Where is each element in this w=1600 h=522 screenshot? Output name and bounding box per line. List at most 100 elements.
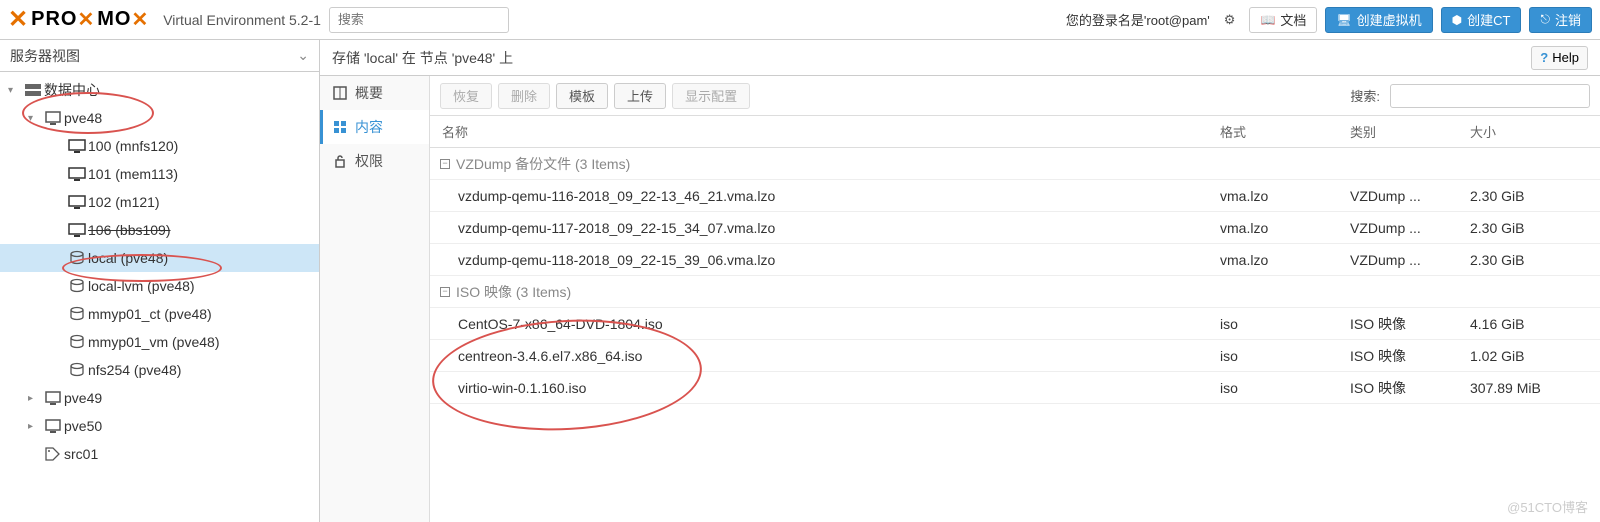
upload-button[interactable]: 上传 (614, 83, 666, 109)
create-vm-button[interactable]: 🖥创建虚拟机 (1325, 7, 1432, 33)
tree-node[interactable]: local (pve48) (0, 244, 319, 272)
logout-button[interactable]: ⎋注销 (1529, 7, 1592, 33)
group-header[interactable]: −VZDump 备份文件 (3 Items) (430, 148, 1600, 180)
cell-format: iso (1220, 348, 1350, 364)
tree-node-label: local-lvm (pve48) (88, 278, 195, 294)
subnav-label: 内容 (355, 117, 383, 137)
global-search-input[interactable] (329, 7, 509, 33)
sub-navigation: 概要内容权限 (320, 76, 430, 522)
table-row[interactable]: centreon-3.4.6.el7.x86_64.isoisoISO 映像1.… (430, 340, 1600, 372)
sidebar: 服务器视图 ⌄ ▾ 数据中心 ▾pve48100 (mnfs120) 101 (mem… (0, 40, 320, 522)
subnav-item[interactable]: 权限 (320, 144, 429, 178)
col-name-header[interactable]: 名称 (430, 122, 1220, 141)
cell-format: vma.lzo (1220, 252, 1350, 268)
restore-button[interactable]: 恢复 (440, 83, 492, 109)
cell-type: VZDump ... (1350, 188, 1470, 204)
node-icon (42, 391, 64, 405)
cell-format: vma.lzo (1220, 220, 1350, 236)
storage-icon (66, 278, 88, 294)
gear-icon[interactable]: ⚙ (1218, 12, 1242, 28)
tree-node-label: pve48 (64, 110, 102, 126)
table-row[interactable]: vzdump-qemu-116-2018_09_22-13_46_21.vma.… (430, 180, 1600, 212)
top-header: ✕ PRO✕MO✕ Virtual Environment 5.2-1 您的登录… (0, 0, 1600, 40)
tree-node-label: pve49 (64, 390, 102, 406)
book-icon (333, 86, 347, 100)
tree-node-label: src01 (64, 446, 98, 462)
docs-button[interactable]: 📖文档 (1249, 7, 1317, 33)
node-icon (42, 419, 64, 433)
showcfg-button[interactable]: 显示配置 (672, 83, 750, 109)
group-title: VZDump 备份文件 (3 Items) (456, 154, 630, 174)
logo-text-pre: PRO (31, 8, 77, 31)
col-size-header[interactable]: 大小 (1470, 122, 1600, 141)
cell-size: 1.02 GiB (1470, 348, 1600, 364)
cell-size: 307.89 MiB (1470, 380, 1600, 396)
subnav-label: 权限 (355, 151, 383, 171)
content-search-input[interactable] (1390, 84, 1590, 108)
cell-name: vzdump-qemu-116-2018_09_22-13_46_21.vma.… (430, 188, 1220, 204)
tree-node[interactable]: src01 (0, 440, 319, 468)
proxmox-logo: ✕ PRO✕MO✕ (8, 5, 149, 34)
search-label: 搜索: (1350, 86, 1380, 105)
tree-node-label: pve50 (64, 418, 102, 434)
cell-format: iso (1220, 316, 1350, 332)
help-icon: ? (1540, 50, 1548, 65)
tree-node[interactable]: ▸ pve49 (0, 384, 319, 412)
logo-x-icon: ✕ (8, 5, 29, 34)
lock-icon (333, 154, 347, 168)
view-selector-label: 服务器视图 (10, 46, 80, 66)
content-panel: 存储 'local' 在 节点 'pve48' 上 ? Help 概要内容权限 … (320, 40, 1600, 522)
table-body: −VZDump 备份文件 (3 Items) vzdump-qemu-116-20… (430, 148, 1600, 404)
create-ct-button[interactable]: ⬢创建CT (1441, 7, 1522, 33)
tree-node-label: 101 (mem113) (88, 166, 178, 182)
col-format-header[interactable]: 格式 (1220, 122, 1350, 141)
cell-type: VZDump ... (1350, 252, 1470, 268)
data-area: 恢复 删除 模板 上传 显示配置 搜索: 名称 格式 类别 大小 −VZDump… (430, 76, 1600, 522)
tree-node[interactable]: ▸ pve50 (0, 412, 319, 440)
tree-node[interactable]: ▾ 数据中心 (0, 76, 319, 104)
help-button[interactable]: ? Help (1531, 46, 1588, 70)
global-search[interactable] (329, 7, 509, 33)
breadcrumb-bar: 存储 'local' 在 节点 'pve48' 上 ? Help (320, 40, 1600, 76)
col-type-header[interactable]: 类别 (1350, 122, 1470, 141)
tree-node[interactable]: mmyp01_vm (pve48) (0, 328, 319, 356)
tree-node[interactable]: 102 (m121) (0, 188, 319, 216)
cell-name: vzdump-qemu-118-2018_09_22-15_39_06.vma.… (430, 252, 1220, 268)
table-row[interactable]: vzdump-qemu-117-2018_09_22-15_34_07.vma.… (430, 212, 1600, 244)
tree-node[interactable]: 101 (mem113) (0, 160, 319, 188)
group-header[interactable]: −ISO 映像 (3 Items) (430, 276, 1600, 308)
subnav-item[interactable]: 概要 (320, 76, 429, 110)
tree-node[interactable]: local-lvm (pve48) (0, 272, 319, 300)
expand-arrow-icon: ▸ (28, 421, 42, 432)
content-body: 概要内容权限 恢复 删除 模板 上传 显示配置 搜索: 名称 格式 类别 大小 (320, 76, 1600, 522)
cell-name: centreon-3.4.6.el7.x86_64.iso (430, 348, 1220, 364)
chevron-down-icon: ⌄ (297, 47, 309, 64)
desktop-icon: 🖥 (1336, 13, 1351, 27)
tree-node[interactable]: nfs254 (pve48) (0, 356, 319, 384)
view-selector[interactable]: 服务器视图 ⌄ (0, 40, 319, 72)
tree-node[interactable]: ▾pve48 (0, 104, 319, 132)
main-area: 服务器视图 ⌄ ▾ 数据中心 ▾pve48100 (mnfs120) 101 (mem… (0, 40, 1600, 522)
cell-size: 2.30 GiB (1470, 188, 1600, 204)
template-button[interactable]: 模板 (556, 83, 608, 109)
cell-size: 2.30 GiB (1470, 220, 1600, 236)
subnav-label: 概要 (355, 83, 383, 103)
delete-button[interactable]: 删除 (498, 83, 550, 109)
expand-arrow-icon: ▸ (28, 393, 42, 404)
tree-node[interactable]: mmyp01_ct (pve48) (0, 300, 319, 328)
cell-format: vma.lzo (1220, 188, 1350, 204)
table-row[interactable]: CentOS-7-x86_64-DVD-1804.isoisoISO 映像4.1… (430, 308, 1600, 340)
expand-arrow-icon: ▾ (8, 85, 22, 96)
tree-node[interactable]: 106 (bbs109) (0, 216, 319, 244)
group-title: ISO 映像 (3 Items) (456, 282, 571, 302)
tree-node-label: 数据中心 (44, 80, 100, 100)
subnav-item[interactable]: 内容 (320, 110, 429, 144)
tree-node[interactable]: 100 (mnfs120) (0, 132, 319, 160)
tree-node-label: nfs254 (pve48) (88, 362, 181, 378)
table-row[interactable]: vzdump-qemu-118-2018_09_22-15_39_06.vma.… (430, 244, 1600, 276)
cube-icon: ⬢ (1452, 13, 1462, 27)
cell-type: ISO 映像 (1350, 346, 1470, 366)
cell-type: ISO 映像 (1350, 314, 1470, 334)
table-row[interactable]: virtio-win-0.1.160.isoisoISO 映像307.89 Mi… (430, 372, 1600, 404)
book-icon: 📖 (1260, 13, 1275, 27)
